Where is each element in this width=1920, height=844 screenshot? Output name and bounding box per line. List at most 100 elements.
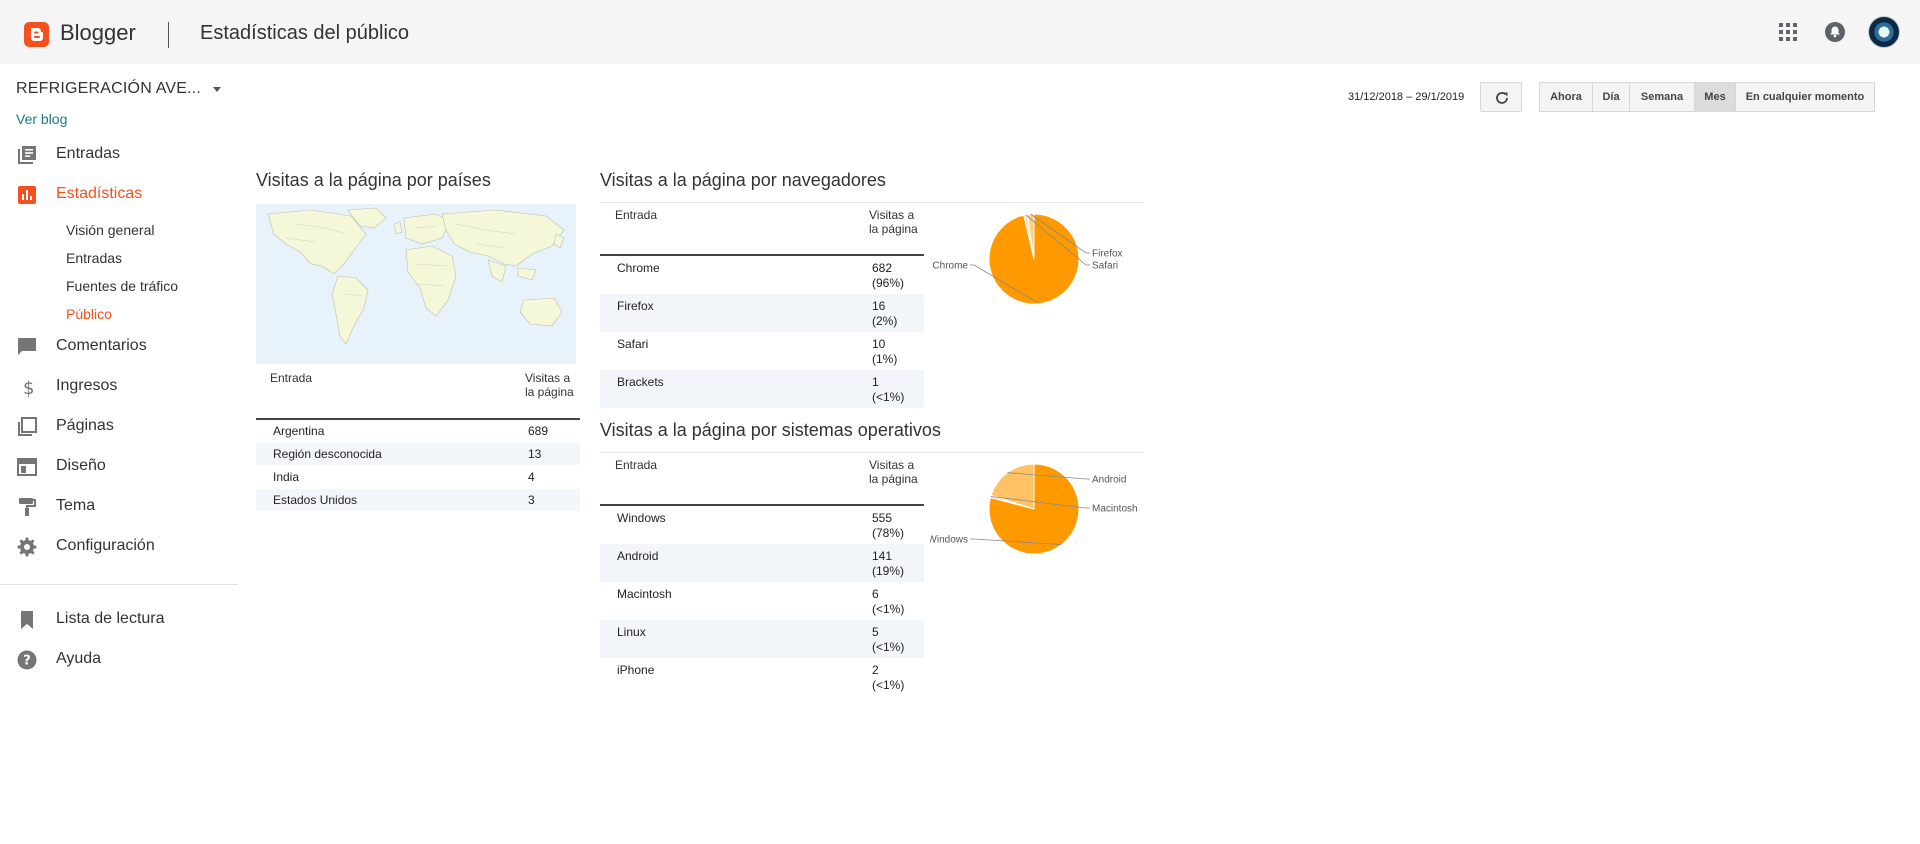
pages-icon [18,417,37,436]
nav-label-earnings: Ingresos [56,377,118,394]
browsers-title-rule [600,202,1144,203]
browser-views: 682 [872,261,893,275]
nav-item-comments[interactable]: Comentarios [0,327,238,367]
browser-pct: (<1%) [872,390,905,404]
nav-item-stats[interactable]: Estadísticas [0,175,238,215]
os-col-views[interactable]: Visitas a la página [869,458,919,486]
pie-label: Firefox [1092,249,1123,260]
nav-item-settings[interactable]: Configuración [0,527,238,567]
nav-item-help[interactable]: ? Ayuda [0,640,238,680]
nav-label-stats: Estadísticas [56,185,143,202]
date-range: 31/12/2018 – 29/1/2019 [1348,91,1465,103]
table-row: India 4 [256,466,580,488]
pie-label: Windows [930,535,968,546]
subnav-traffic-sources[interactable]: Fuentes de tráfico [66,278,178,294]
subnav-audience[interactable]: Público [66,306,112,322]
stats-icon [18,186,36,204]
bookmark-icon [21,611,33,629]
nav-item-pages[interactable]: Páginas [0,407,238,447]
blog-selector[interactable]: REFRIGERACIÓN AVE... [16,80,201,98]
os-views: 5 [872,625,879,639]
table-row: Android 141 (19%) [600,544,924,582]
apps-grid-icon[interactable] [1778,22,1798,47]
blogger-logo-icon[interactable] [24,22,49,47]
header-divider [168,22,169,48]
os-name: iPhone [617,663,655,677]
table-row: Linux 5 (<1%) [600,620,924,658]
browser-pct: (2%) [872,314,898,328]
countries-col-views[interactable]: Visitas a la página [525,371,575,399]
pie-label: Chrome [932,261,968,272]
range-month-button[interactable]: Mes [1694,82,1736,112]
os-pct: (<1%) [872,602,905,616]
comment-icon [18,338,36,355]
world-map[interactable] [256,204,576,364]
subnav-overview[interactable]: Visión general [66,222,154,238]
os-title: Visitas a la página por sistemas operati… [600,420,941,440]
browser-views: 16 [872,299,886,313]
paint-roller-icon [19,498,36,516]
nav-item-reading-list[interactable]: Lista de lectura [0,600,238,640]
pie-slice-chrome[interactable] [988,213,1080,305]
nav-label-help: Ayuda [56,650,102,667]
country-name: India [273,470,300,484]
range-week-button[interactable]: Semana [1629,82,1695,112]
os-name: Linux [617,625,646,639]
dollar-icon: $ [23,378,34,397]
table-row: Estados Unidos 3 [256,489,580,511]
table-row: iPhone 2 (<1%) [600,658,924,696]
pie-label: Safari [1092,261,1118,272]
os-title-rule [600,452,1144,453]
pie-label: Android [1092,475,1126,486]
nav-label-pages: Páginas [56,417,114,434]
pie-label: Macintosh [1092,504,1138,515]
refresh-button[interactable] [1480,82,1522,112]
view-blog-link[interactable]: Ver blog [16,111,67,127]
os-col-entry[interactable]: Entrada [615,458,657,472]
range-all-time-button[interactable]: En cualquier momento [1735,82,1875,112]
os-views: 6 [872,587,879,601]
browsers-pie-chart[interactable]: Chrome FirefoxSafari [930,205,1144,315]
svg-text:$: $ [23,378,34,397]
caret-down-icon[interactable] [213,87,221,92]
country-views: 4 [528,470,535,484]
nav-label-settings: Configuración [56,537,155,554]
nav-item-theme[interactable]: Tema [0,487,238,527]
user-avatar[interactable] [1868,16,1900,48]
browser-name: Chrome [617,261,660,275]
os-pct: (<1%) [872,640,905,654]
table-row: Windows 555 (78%) [600,506,924,544]
range-now-button[interactable]: Ahora [1539,82,1593,112]
nav-label-theme: Tema [56,497,96,514]
os-name: Macintosh [617,587,672,601]
gear-icon [17,537,37,557]
browsers-col-views[interactable]: Visitas a la página [869,208,919,236]
table-row: Argentina 689 [256,420,580,442]
country-name: Región desconocida [273,447,382,461]
subnav-posts[interactable]: Entradas [66,250,122,266]
nav-item-earnings[interactable]: $ Ingresos [0,367,238,407]
table-row: Firefox 16 (2%) [600,294,924,332]
nav-item-layout[interactable]: Diseño [0,447,238,487]
posts-icon [18,146,36,164]
nav-label-posts: Entradas [56,145,121,162]
browser-views: 10 [872,337,886,351]
browser-name: Firefox [617,299,654,313]
svg-text:?: ? [23,654,31,669]
brand-name[interactable]: Blogger [60,20,136,46]
os-pie-chart[interactable]: Windows Android Macintosh [930,455,1144,565]
nav-item-posts[interactable]: Entradas [0,135,238,175]
range-day-button[interactable]: Día [1592,82,1630,112]
app-header: Blogger Estadísticas del público [0,0,1920,64]
browser-name: Safari [617,337,649,351]
refresh-icon [1496,92,1508,104]
os-views: 141 [872,549,893,563]
nav-label-comments: Comentarios [56,337,147,354]
table-row: Chrome 682 (96%) [600,256,924,294]
browsers-col-entry[interactable]: Entrada [615,208,657,222]
notifications-bell-icon[interactable] [1824,21,1846,48]
countries-col-entry[interactable]: Entrada [270,371,312,385]
nav-label-layout: Diseño [56,457,106,474]
country-views: 689 [528,424,549,438]
help-icon: ? [17,650,37,670]
